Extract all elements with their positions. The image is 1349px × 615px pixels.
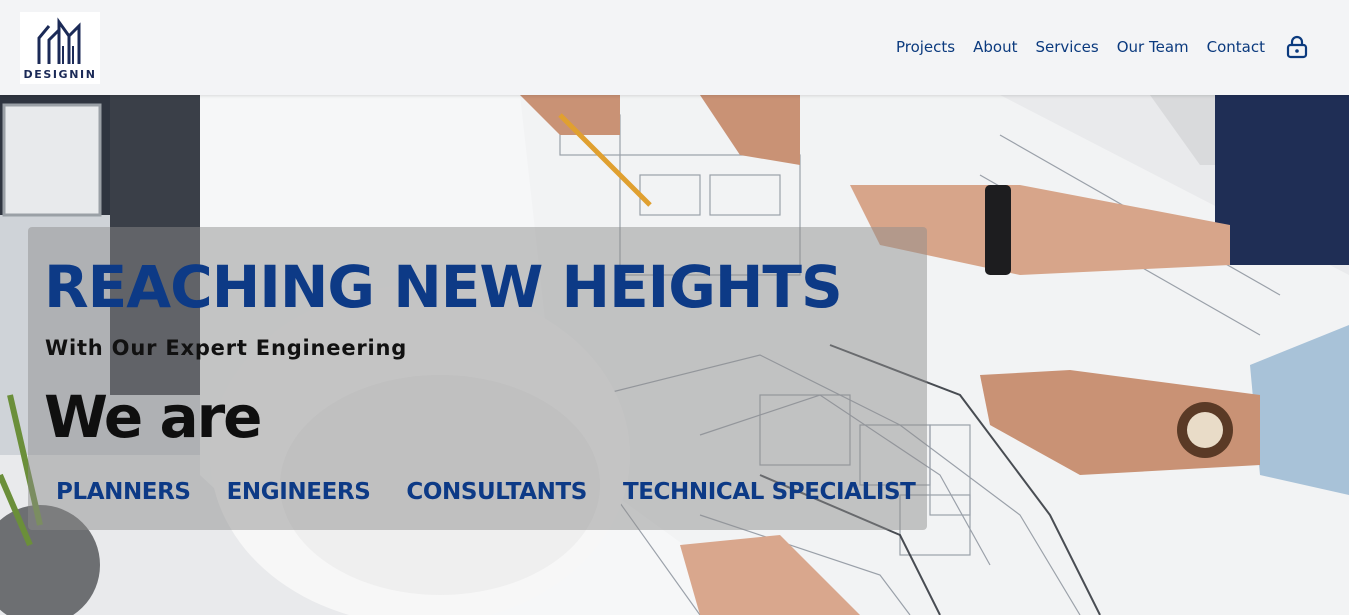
logo[interactable]: DESIGNIN — [20, 12, 100, 84]
we-are-heading: We are — [44, 383, 263, 451]
nav-our-team[interactable]: Our Team — [1117, 34, 1189, 60]
nav-projects[interactable]: Projects — [896, 34, 955, 60]
hero-text-panel: REACHING NEW HEIGHTS With Our Expert Eng… — [28, 227, 927, 530]
main-nav: Projects About Services Our Team Contact — [878, 34, 1309, 60]
logo-text: DESIGNIN — [23, 68, 97, 81]
role-engineers: ENGINEERS — [226, 479, 371, 505]
lock-icon[interactable] — [1285, 34, 1309, 60]
building-skyline-icon — [37, 17, 81, 64]
hero-headline: REACHING NEW HEIGHTS — [44, 253, 843, 321]
role-technical-specialist: TECHNICAL SPECIALIST — [622, 479, 916, 505]
role-consultants: CONSULTANTS — [406, 479, 587, 505]
nav-about[interactable]: About — [973, 34, 1017, 60]
nav-services[interactable]: Services — [1035, 34, 1098, 60]
roles-list: PLANNERS ENGINEERS CONSULTANTS TECHNICAL… — [56, 479, 951, 505]
hero-subheadline: With Our Expert Engineering — [45, 336, 408, 360]
nav-contact[interactable]: Contact — [1207, 34, 1265, 60]
role-planners: PLANNERS — [56, 479, 191, 505]
site-header: DESIGNIN Projects About Services Our Tea… — [0, 0, 1349, 95]
